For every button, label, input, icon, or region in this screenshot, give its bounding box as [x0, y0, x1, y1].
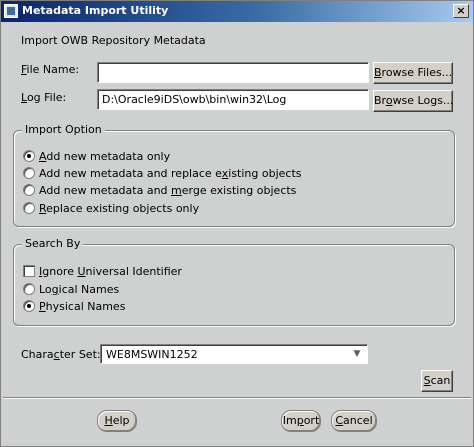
- option-replace-only[interactable]: Replace existing objects only: [23, 202, 199, 216]
- scan-button[interactable]: Scan: [421, 370, 453, 392]
- option-add-and-merge[interactable]: Add new metadata and merge existing obje…: [23, 184, 296, 198]
- option-logical-names[interactable]: Logical Names: [23, 283, 119, 297]
- browse-files-button[interactable]: Browse Files...: [373, 62, 453, 84]
- window-title: Metadata Import Utility: [22, 4, 169, 17]
- radio-icon[interactable]: [23, 184, 35, 196]
- ignore-universal-identifier-checkbox[interactable]: Ignore Universal Identifier: [23, 265, 182, 279]
- checkbox-icon[interactable]: [23, 265, 35, 277]
- option-add-and-replace[interactable]: Add new metadata and replace existing ob…: [23, 167, 302, 181]
- radio-icon[interactable]: [23, 283, 35, 295]
- header-text: Import OWB Repository Metadata: [21, 34, 206, 47]
- radio-icon[interactable]: [23, 300, 35, 312]
- option-add-new-only[interactable]: Add new metadata only: [23, 150, 170, 164]
- search-by-title: Search By: [22, 237, 84, 250]
- close-button[interactable]: ×: [453, 4, 469, 18]
- separator: [3, 397, 471, 399]
- chevron-down-icon[interactable]: ▼: [350, 347, 364, 361]
- help-button[interactable]: Help: [97, 410, 137, 432]
- file-name-label: File Name:: [21, 63, 80, 76]
- radio-icon[interactable]: [23, 167, 35, 179]
- import-option-title: Import Option: [22, 123, 105, 136]
- option-physical-names[interactable]: Physical Names: [23, 300, 125, 314]
- file-name-input[interactable]: [97, 62, 369, 83]
- title-bar[interactable]: Metadata Import Utility ×: [1, 1, 473, 22]
- charset-label: Character Set:: [21, 348, 101, 361]
- radio-icon[interactable]: [23, 150, 35, 162]
- import-button[interactable]: Import: [281, 410, 321, 432]
- log-file-input[interactable]: D:\Oracle9iDS\owb\bin\win32\Log: [97, 89, 369, 110]
- radio-icon[interactable]: [23, 202, 35, 214]
- import-dialog: Metadata Import Utility × Import OWB Rep…: [0, 0, 474, 447]
- charset-value: WE8MSWIN1252: [106, 348, 198, 361]
- charset-select[interactable]: WE8MSWIN1252 ▼: [100, 344, 368, 364]
- log-file-label: Log File:: [21, 91, 67, 104]
- cancel-button[interactable]: Cancel: [331, 410, 377, 432]
- browse-logs-button[interactable]: Browse Logs...: [373, 90, 453, 112]
- app-icon: [4, 4, 18, 18]
